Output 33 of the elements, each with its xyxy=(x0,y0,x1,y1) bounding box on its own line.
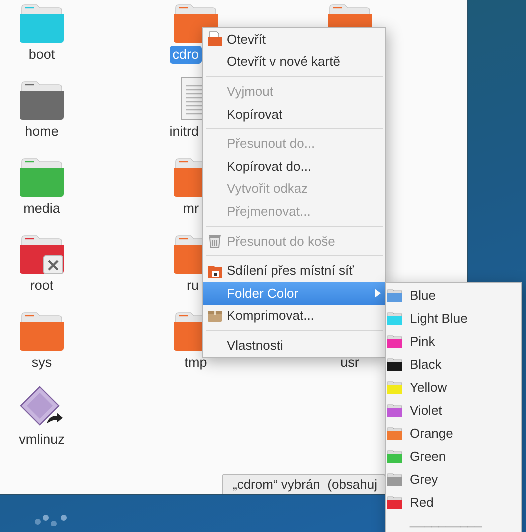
file-name[interactable]: vmlinuz xyxy=(16,431,68,449)
menu-item[interactable]: Otevřít xyxy=(203,28,385,51)
menu-item[interactable]: Otevřít v nové kartě xyxy=(203,50,385,74)
status-bar: „cdrom“ vybrán (obsahuj xyxy=(222,474,386,494)
menu-item[interactable]: Vlastnosti xyxy=(203,334,385,357)
file-name[interactable]: mr xyxy=(180,200,202,218)
menu-item[interactable]: Red xyxy=(386,491,521,514)
menu-item[interactable]: Green xyxy=(386,445,521,468)
menu-item[interactable]: Sdílení přes místní síť xyxy=(203,259,385,282)
file-name[interactable]: boot xyxy=(26,46,58,64)
file-name[interactable]: initrd xyxy=(166,123,202,141)
menu-item[interactable]: Kopírovat do... xyxy=(203,154,385,178)
submenu-arrow-icon xyxy=(375,288,381,298)
menu-item[interactable]: Komprimovat... xyxy=(203,304,385,328)
dots-icon xyxy=(34,512,70,526)
file-name[interactable]: tmp xyxy=(182,354,210,372)
file-name[interactable]: sys xyxy=(28,354,56,372)
trash-icon xyxy=(207,233,223,250)
file-name[interactable]: ru xyxy=(184,277,202,295)
menu-item[interactable]: Light Blue xyxy=(386,307,521,330)
menu-item[interactable]: Grey xyxy=(386,468,521,491)
file-name[interactable]: home xyxy=(22,123,62,141)
menu-item[interactable]: Kopírovat xyxy=(203,102,385,126)
menu-item[interactable]: Yellow xyxy=(386,376,521,399)
file-name[interactable]: media xyxy=(20,200,64,218)
menu-item[interactable]: Black xyxy=(386,353,521,376)
menu-item[interactable]: Blue xyxy=(386,284,521,307)
placeholder-line: __________ xyxy=(410,514,482,527)
file-name[interactable]: root xyxy=(27,277,57,295)
file-name[interactable]: usr xyxy=(338,354,362,372)
menu-item[interactable]: Violet xyxy=(386,399,521,422)
menu-item[interactable]: Orange xyxy=(386,422,521,445)
menu-item[interactable]: Pink xyxy=(386,330,521,353)
